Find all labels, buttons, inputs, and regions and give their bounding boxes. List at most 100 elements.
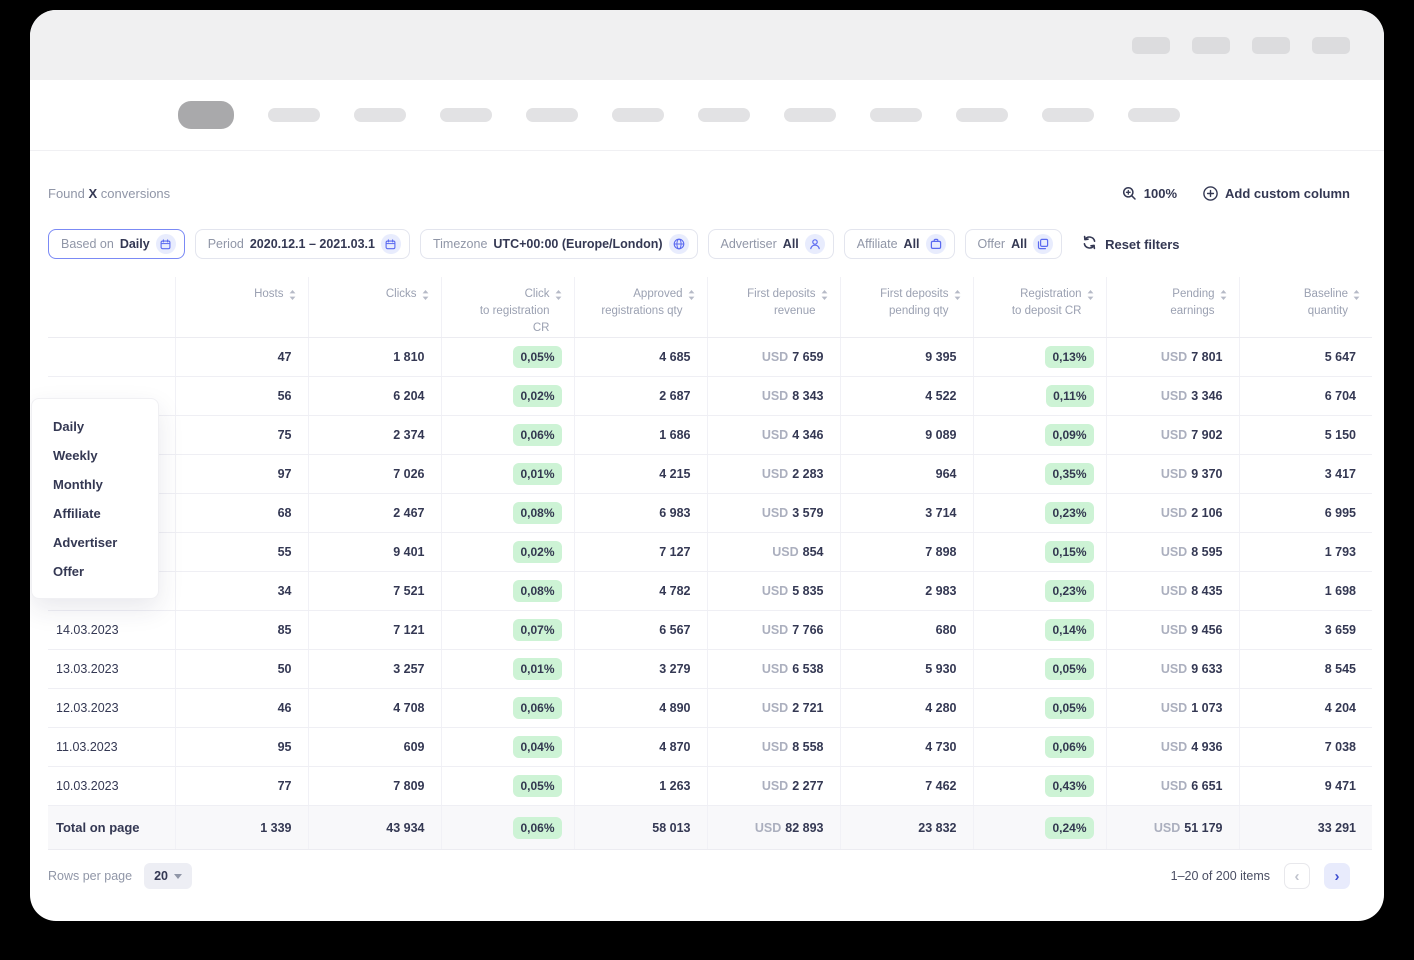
nav-tab-active[interactable] — [178, 101, 234, 129]
sort-icon[interactable] — [555, 290, 562, 300]
nav-tab[interactable] — [1042, 108, 1094, 122]
table-cell: 6 204 — [308, 377, 441, 416]
column-header-approved-registrations-qty[interactable]: Approvedregistrations qty — [574, 277, 707, 338]
table-cell: 4 280 — [840, 689, 973, 728]
cr-percentage-badge: 0,07% — [513, 619, 561, 641]
table-cell: 0,43% — [973, 767, 1106, 806]
filter-advertiser[interactable]: Advertiser All — [708, 229, 834, 259]
column-header-label: to registration — [450, 303, 562, 320]
dropdown-item-daily[interactable]: Daily — [32, 412, 158, 441]
currency-value: 3 579 — [792, 506, 823, 520]
currency-value: 3 346 — [1191, 389, 1222, 403]
filter-offer[interactable]: Offer All — [965, 229, 1063, 259]
sort-icon[interactable] — [954, 290, 961, 300]
table-cell: USD8 595 — [1106, 533, 1239, 572]
table-cell: 2 983 — [840, 572, 973, 611]
nav-tab[interactable] — [440, 108, 492, 122]
table-cell: USD2 283 — [707, 455, 840, 494]
table-cell: USD7 766 — [707, 611, 840, 650]
column-header-label: Click — [525, 286, 550, 303]
currency-prefix: USD — [762, 740, 788, 754]
cr-percentage-badge: 0,24% — [1045, 817, 1093, 839]
nav-tab[interactable] — [1128, 108, 1180, 122]
currency-prefix: USD — [1161, 623, 1187, 637]
table-cell: 97 — [175, 455, 308, 494]
table-row: 471 8100,05%4 685USD7 6599 3950,13%USD7 … — [48, 338, 1372, 377]
previous-page-button[interactable]: ‹ — [1284, 863, 1310, 889]
column-header-label: Hosts — [254, 286, 283, 303]
column-header-clicks[interactable]: Clicks — [308, 277, 441, 338]
table-cell — [48, 338, 175, 377]
zoom-control[interactable]: 100% — [1122, 186, 1177, 201]
filter-timezone[interactable]: Timezone UTC+00:00 (Europe/London) — [420, 229, 698, 259]
table-cell: 1 810 — [308, 338, 441, 377]
table-cell: USD9 633 — [1106, 650, 1239, 689]
sort-icon[interactable] — [422, 290, 429, 300]
table-cell: 964 — [840, 455, 973, 494]
nav-tab[interactable] — [784, 108, 836, 122]
column-header-pending-earnings[interactable]: Pendingearnings — [1106, 277, 1239, 338]
nav-tab[interactable] — [526, 108, 578, 122]
column-header-label: CR — [450, 320, 562, 337]
nav-tab[interactable] — [354, 108, 406, 122]
table-cell: 58 013 — [574, 806, 707, 850]
table-cell: 0,04% — [441, 728, 574, 767]
filter-affiliate[interactable]: Affiliate All — [844, 229, 955, 259]
filter-based-on[interactable]: Based on Daily — [48, 229, 185, 259]
next-page-button[interactable]: › — [1324, 863, 1350, 889]
reset-filters-button[interactable]: Reset filters — [1082, 235, 1179, 253]
person-icon — [805, 234, 825, 254]
nav-tab[interactable] — [612, 108, 664, 122]
add-custom-column-button[interactable]: Add custom column — [1203, 186, 1350, 201]
dropdown-item-monthly[interactable]: Monthly — [32, 470, 158, 499]
column-header-first-deposits-revenue[interactable]: First depositsrevenue — [707, 277, 840, 338]
sort-icon[interactable] — [688, 290, 695, 300]
currency-value: 7 659 — [792, 350, 823, 364]
currency-value: 51 179 — [1184, 821, 1222, 835]
currency-prefix: USD — [762, 389, 788, 403]
nav-tab[interactable] — [268, 108, 320, 122]
cr-percentage-badge: 0,01% — [513, 658, 561, 680]
dropdown-item-advertiser[interactable]: Advertiser — [32, 528, 158, 557]
column-header-registration-to-deposit-cr[interactable]: Registrationto deposit CR — [973, 277, 1106, 338]
sort-icon[interactable] — [289, 290, 296, 300]
dropdown-item-weekly[interactable]: Weekly — [32, 441, 158, 470]
column-header-baseline-quantity[interactable]: Baselinequantity — [1239, 277, 1372, 338]
rows-per-page-select[interactable]: 20 — [144, 863, 192, 889]
table-cell: 0,14% — [973, 611, 1106, 650]
filter-period[interactable]: Period 2020.12.1 – 2021.03.1 — [195, 229, 410, 259]
nav-tab[interactable] — [870, 108, 922, 122]
table-cell: 0,05% — [441, 338, 574, 377]
table-cell: 0,02% — [441, 533, 574, 572]
column-header-date — [48, 277, 175, 338]
dropdown-item-affiliate[interactable]: Affiliate — [32, 499, 158, 528]
table-cell: 0,01% — [441, 650, 574, 689]
chrome-skeleton-pill — [1252, 37, 1290, 54]
column-header-hosts[interactable]: Hosts — [175, 277, 308, 338]
sort-icon[interactable] — [1087, 290, 1094, 300]
nav-tab[interactable] — [698, 108, 750, 122]
found-conversions-text: Found X conversions — [48, 186, 170, 201]
currency-value: 2 721 — [792, 701, 823, 715]
table-cell: 2 687 — [574, 377, 707, 416]
cr-percentage-badge: 0,06% — [513, 697, 561, 719]
table-cell: 0,02% — [441, 377, 574, 416]
sort-icon[interactable] — [1353, 290, 1360, 300]
refresh-icon — [1082, 235, 1097, 253]
nav-tab[interactable] — [956, 108, 1008, 122]
sort-icon[interactable] — [821, 290, 828, 300]
table-row: 18.03.2023977 0260,01%4 215USD2 2839640,… — [48, 455, 1372, 494]
column-header-click-to-registration-cr[interactable]: Clickto registrationCR — [441, 277, 574, 338]
table-cell: 95 — [175, 728, 308, 767]
table-cell: 0,08% — [441, 494, 574, 533]
column-header-first-deposits-pending-qty[interactable]: First depositspending qty — [840, 277, 973, 338]
dropdown-item-offer[interactable]: Offer — [32, 557, 158, 586]
sort-icon[interactable] — [1220, 290, 1227, 300]
table-cell: USD7 659 — [707, 338, 840, 377]
currency-value: 8 435 — [1191, 584, 1222, 598]
currency-value: 5 835 — [792, 584, 823, 598]
calendar-icon — [156, 234, 176, 254]
table-cell: USD7 902 — [1106, 416, 1239, 455]
cr-percentage-badge: 0,35% — [1045, 463, 1093, 485]
table-cell: 0,23% — [973, 572, 1106, 611]
